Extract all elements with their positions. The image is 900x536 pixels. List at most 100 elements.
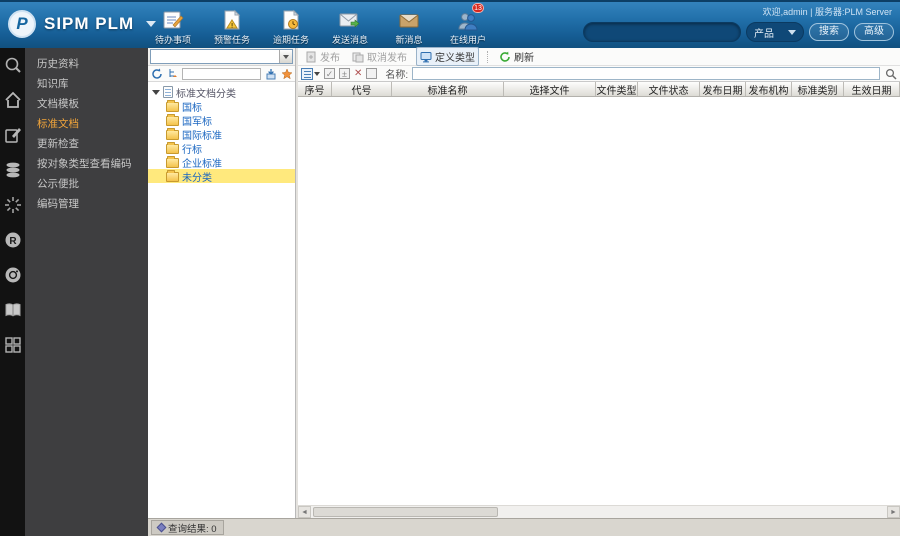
todo-button[interactable]: 待办事项	[150, 7, 196, 46]
col-file-status[interactable]: 文件状态	[638, 82, 700, 96]
search-scope-value: 产品	[754, 28, 774, 40]
col-code[interactable]: 代号	[332, 82, 392, 96]
publish-icon	[306, 51, 316, 62]
col-index[interactable]: 序号	[298, 82, 332, 96]
tree-root[interactable]: 标准文档分类	[148, 85, 295, 100]
folder-icon	[166, 142, 179, 154]
combobox-dropdown-button[interactable]	[279, 50, 292, 63]
header-toolbar: 待办事项 预警任务 逾期任务 发送消息 新消息 13 在线用户	[150, 3, 491, 46]
horizontal-scrollbar[interactable]: ◄ ►	[298, 505, 900, 518]
logo-icon: P	[8, 10, 36, 38]
col-publish-org[interactable]: 发布机构	[746, 82, 792, 96]
camera-icon[interactable]	[4, 266, 22, 284]
name-filter-input[interactable]	[412, 67, 880, 80]
col-effect-date[interactable]: 生效日期	[844, 82, 900, 96]
search-button[interactable]: 搜索	[809, 23, 849, 41]
warning-task-label: 预警任务	[213, 35, 250, 45]
folder-icon	[166, 156, 179, 168]
view-grid-icon	[301, 67, 313, 80]
online-users-icon: 13	[454, 3, 484, 31]
send-message-button[interactable]: 发送消息	[327, 7, 373, 46]
tree-node-uncategorized[interactable]: 未分类	[148, 169, 295, 184]
registered-icon[interactable]: R	[4, 231, 22, 249]
invert-selection-button[interactable]: ±	[339, 68, 350, 79]
spinner-icon[interactable]	[4, 196, 22, 214]
document-icon	[163, 86, 173, 98]
menu-item-knowledge-base[interactable]: 知识库	[25, 74, 148, 94]
menu-item-codes-by-type[interactable]: 按对象类型查看编码	[25, 154, 148, 174]
search-scope-select[interactable]: 产品	[746, 22, 804, 42]
overdue-task-button[interactable]: 逾期任务	[268, 7, 314, 46]
advanced-search-button[interactable]: 高级	[854, 23, 894, 41]
module-menu: 历史资料 知识库 文档模板 标准文档 更新检查 按对象类型查看编码 公示便批 编…	[25, 48, 148, 536]
tree-root-label: 标准文档分类	[176, 88, 236, 100]
tree-node-gb[interactable]: 国标	[148, 99, 295, 114]
overdue-task-label: 逾期任务	[272, 35, 309, 45]
col-name[interactable]: 标准名称	[392, 82, 504, 96]
book-icon[interactable]	[4, 301, 22, 319]
view-menu-button[interactable]	[301, 67, 320, 80]
clear-selection-icon[interactable]: ✕	[354, 68, 362, 79]
filter-star-icon[interactable]	[280, 67, 293, 80]
online-users-button[interactable]: 13 在线用户	[445, 3, 491, 46]
query-result-tab[interactable]: 查询结果: 0	[151, 520, 224, 535]
refresh-button[interactable]: 刷新	[496, 48, 537, 65]
new-message-icon	[395, 7, 423, 31]
unpublish-button[interactable]: 取消发布	[349, 48, 410, 65]
tree-toolbar	[148, 66, 295, 82]
tree-node-international[interactable]: 国际标准	[148, 127, 295, 142]
online-users-label: 在线用户	[449, 35, 486, 45]
menu-item-update-check[interactable]: 更新检查	[25, 134, 148, 154]
diamond-icon	[156, 522, 167, 533]
menu-item-history-data[interactable]: 历史资料	[25, 54, 148, 74]
locate-node-icon[interactable]	[264, 67, 277, 80]
tree-node-gjb[interactable]: 国军标	[148, 113, 295, 128]
publish-button[interactable]: 发布	[302, 48, 343, 65]
scroll-left-button[interactable]: ◄	[298, 506, 311, 518]
edit-icon[interactable]	[4, 126, 22, 144]
tree-refresh-icon[interactable]	[150, 67, 163, 80]
menu-item-standard-docs[interactable]: 标准文档	[25, 114, 148, 134]
warning-task-icon	[218, 7, 246, 31]
global-search-bar: 产品 搜索 高级	[583, 22, 894, 42]
col-publish-date[interactable]: 发布日期	[700, 82, 746, 96]
empty-checkbox[interactable]	[366, 68, 378, 79]
chevron-down-icon	[788, 29, 796, 35]
folder-icon	[166, 100, 179, 112]
col-file-select[interactable]: 选择文件	[504, 82, 596, 96]
select-all-checkbox[interactable]: ✓	[324, 68, 335, 79]
name-filter-label: 名称:	[385, 70, 409, 81]
new-message-button[interactable]: 新消息	[386, 7, 432, 46]
category-tree-panel: 标准文档分类 国标 国军标 国际标准 行标 企业标准 未分类	[148, 48, 296, 518]
refresh-icon	[500, 51, 510, 62]
col-std-category[interactable]: 标准类别	[792, 82, 844, 96]
scrollbar-thumb[interactable]	[313, 507, 498, 517]
menu-item-public-memo[interactable]: 公示便批	[25, 174, 148, 194]
online-users-badge: 13	[472, 3, 484, 13]
tree-node-industry[interactable]: 行标	[148, 141, 295, 156]
col-file-type[interactable]: 文件类型	[596, 82, 638, 96]
warning-task-button[interactable]: 预警任务	[209, 7, 255, 46]
new-message-label: 新消息	[395, 35, 423, 45]
tree-expander-icon[interactable]	[152, 89, 160, 95]
global-search-input[interactable]	[583, 22, 741, 42]
app-logo[interactable]: P SIPM PLM	[8, 10, 157, 38]
menu-item-doc-templates[interactable]: 文档模板	[25, 94, 148, 114]
document-list-panel: 发布 取消发布 定义类型 刷新 ✓ ± ✕ 名称: 序号 代号 标准名称 选择文…	[298, 47, 900, 518]
table-header: 序号 代号 标准名称 选择文件 文件类型 文件状态 发布日期 发布机构 标准类别…	[298, 82, 900, 97]
home-icon[interactable]	[4, 91, 22, 109]
tree-filter-input[interactable]	[182, 67, 261, 80]
tree-combo-row	[148, 48, 295, 66]
database-icon[interactable]	[4, 161, 22, 179]
search-360-icon[interactable]	[4, 56, 22, 74]
menu-item-code-management[interactable]: 编码管理	[25, 194, 148, 214]
tree-history-combobox[interactable]	[150, 49, 293, 64]
scroll-right-button[interactable]: ►	[887, 506, 900, 518]
category-tree: 标准文档分类 国标 国军标 国际标准 行标 企业标准 未分类	[148, 82, 295, 518]
toolbar-separator	[487, 50, 488, 63]
tree-expand-icon[interactable]	[166, 67, 179, 80]
apps-grid-icon[interactable]	[4, 336, 22, 354]
define-type-button[interactable]: 定义类型	[416, 47, 479, 66]
search-icon[interactable]	[884, 67, 897, 80]
tree-node-enterprise[interactable]: 企业标准	[148, 155, 295, 170]
